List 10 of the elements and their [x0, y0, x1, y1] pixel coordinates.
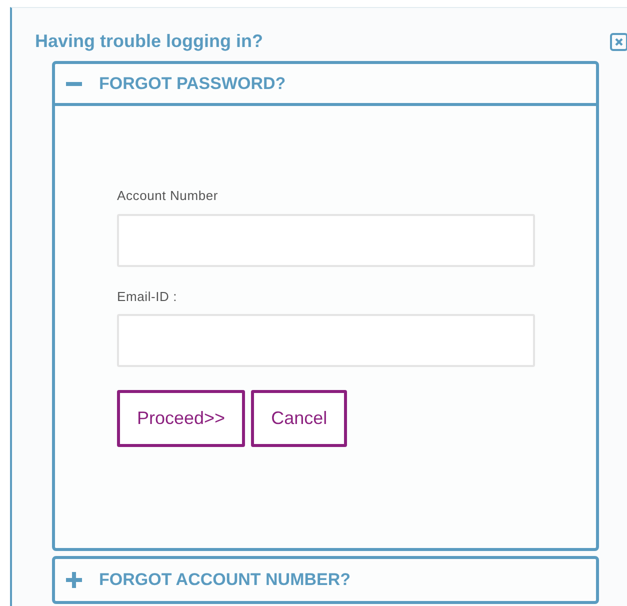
field-label: Email-ID : — [117, 288, 178, 306]
input-field[interactable] — [117, 214, 535, 266]
close-icon[interactable] — [610, 32, 627, 50]
input-field[interactable] — [117, 314, 535, 367]
plus-icon — [66, 572, 82, 588]
minus-icon — [66, 82, 82, 86]
proceed-button[interactable]: Proceed>> — [117, 390, 246, 447]
dialog-title: Having trouble logging in? — [35, 30, 263, 53]
cancel-button[interactable]: Cancel — [251, 390, 348, 447]
field-label: Account Number — [117, 187, 218, 205]
